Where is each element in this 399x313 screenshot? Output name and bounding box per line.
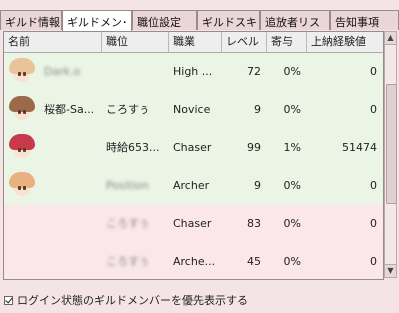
member-job: Chaser bbox=[173, 217, 212, 230]
table-row[interactable]: Position Archer 9 0% 0 bbox=[4, 167, 383, 206]
member-position bbox=[102, 53, 169, 91]
member-name bbox=[40, 129, 102, 167]
scroll-down-icon[interactable]: ▼ bbox=[385, 264, 396, 277]
online-priority-checkbox[interactable] bbox=[4, 295, 13, 305]
table-header: 名前 職位 職業 レベル 寄与 上納経験値 bbox=[4, 32, 383, 53]
member-exp: 51474 bbox=[342, 141, 377, 154]
tab-notice[interactable]: 告知事項 bbox=[330, 10, 399, 30]
member-contribution: 1% bbox=[283, 141, 301, 154]
tab-guild-info[interactable]: ギルド情報 bbox=[0, 10, 62, 30]
member-position: ころすぅ bbox=[106, 217, 150, 230]
member-job: Novice bbox=[173, 103, 211, 116]
member-level: 9 bbox=[254, 179, 261, 192]
column-header-contribution[interactable]: 寄与 bbox=[267, 32, 307, 52]
member-position: ころすぅ bbox=[106, 103, 150, 116]
table-row[interactable]: Dark.o High ... 72 0% 0 bbox=[4, 53, 383, 92]
column-header-level[interactable]: レベル bbox=[222, 32, 267, 52]
online-priority-option[interactable]: ログイン状態のギルドメンバーを優先表示する bbox=[4, 292, 248, 308]
member-job: Chaser bbox=[173, 141, 212, 154]
member-exp: 0 bbox=[370, 65, 377, 78]
member-name bbox=[40, 205, 102, 243]
member-exp: 0 bbox=[370, 255, 377, 268]
tab-expelled-list[interactable]: 追放者リス bbox=[260, 10, 330, 30]
member-contribution: 0% bbox=[283, 255, 301, 268]
character-avatar-icon bbox=[9, 172, 35, 200]
member-name: Dark.o bbox=[44, 65, 81, 78]
member-contribution: 0% bbox=[283, 179, 301, 192]
member-contribution: 0% bbox=[283, 103, 301, 116]
member-exp: 0 bbox=[370, 179, 377, 192]
member-job: Archer bbox=[173, 179, 210, 192]
member-exp: 0 bbox=[370, 103, 377, 116]
member-name bbox=[40, 243, 102, 279]
table-row[interactable]: 時給653... Chaser 99 1% 51474 bbox=[4, 129, 383, 168]
table-row[interactable]: 桜都-Sa... ころすぅ Novice 9 0% 0 bbox=[4, 91, 383, 130]
member-job: Arche... bbox=[173, 255, 216, 268]
member-name bbox=[40, 167, 102, 205]
member-level: 45 bbox=[247, 255, 261, 268]
character-avatar-icon bbox=[9, 134, 35, 162]
column-header-position[interactable]: 職位 bbox=[102, 32, 169, 52]
member-exp: 0 bbox=[370, 217, 377, 230]
member-position: ころすぅ bbox=[106, 255, 150, 268]
member-level: 9 bbox=[254, 103, 261, 116]
guild-window: ギルド情報 ギルドメン･ 職位設定 ギルドスキ 追放者リス 告知事項 名前 職位… bbox=[0, 0, 399, 313]
column-header-job[interactable]: 職業 bbox=[169, 32, 222, 52]
member-level: 99 bbox=[247, 141, 261, 154]
member-name: 桜都-Sa... bbox=[44, 103, 95, 116]
member-list-scrollbar[interactable]: ▲ ▼ bbox=[384, 31, 397, 278]
scroll-up-icon[interactable]: ▲ bbox=[385, 32, 396, 45]
table-row[interactable]: ころすぅ Arche... 45 0% 0 bbox=[4, 243, 383, 279]
member-table: 名前 職位 職業 レベル 寄与 上納経験値 Dark.o High ... 72 0%… bbox=[3, 31, 384, 280]
column-header-exp[interactable]: 上納経験値 bbox=[307, 32, 383, 52]
tab-position-settings[interactable]: 職位設定 bbox=[132, 10, 197, 30]
member-position: 時給653... bbox=[106, 141, 160, 154]
member-job: High ... bbox=[173, 65, 213, 78]
table-row[interactable]: ころすぅ Chaser 83 0% 0 bbox=[4, 205, 383, 244]
character-avatar-icon bbox=[9, 58, 35, 86]
tab-guild-members[interactable]: ギルドメン･ bbox=[62, 10, 132, 31]
scroll-thumb[interactable] bbox=[386, 84, 397, 204]
character-avatar-icon bbox=[9, 96, 35, 124]
column-header-name[interactable]: 名前 bbox=[4, 32, 102, 52]
online-priority-label: ログイン状態のギルドメンバーを優先表示する bbox=[17, 294, 248, 307]
member-level: 83 bbox=[247, 217, 261, 230]
member-contribution: 0% bbox=[283, 65, 301, 78]
member-position: Position bbox=[106, 179, 149, 192]
tab-bar: ギルド情報 ギルドメン･ 職位設定 ギルドスキ 追放者リス 告知事項 bbox=[0, 10, 399, 31]
member-contribution: 0% bbox=[283, 217, 301, 230]
member-level: 72 bbox=[247, 65, 261, 78]
tab-guild-skills[interactable]: ギルドスキ bbox=[197, 10, 260, 30]
